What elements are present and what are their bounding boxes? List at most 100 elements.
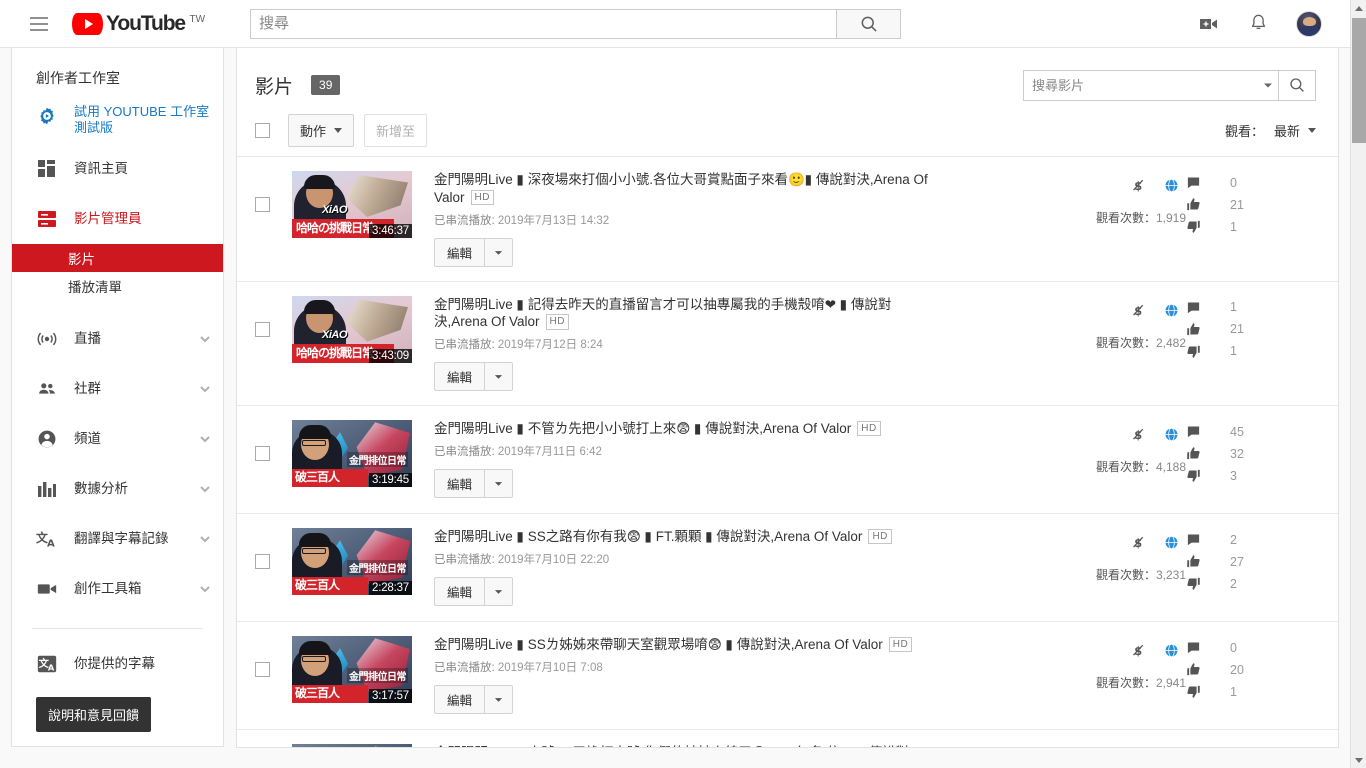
sidebar-item-live[interactable]: 直播	[12, 314, 223, 364]
dislike-stat[interactable]: 1	[1186, 219, 1316, 234]
video-title[interactable]: 金門陽明Live ▮ SSㄌ姊姊來帶聊天室觀眾場唷😨 ▮ 傳說對決,Arena …	[434, 636, 944, 654]
sidebar-item-your-subtitles[interactable]: 文 A 你提供的字幕	[12, 639, 223, 689]
comment-stat[interactable]: 2	[1186, 532, 1316, 547]
dislike-stat[interactable]: 1	[1186, 344, 1316, 359]
sidebar-item-community[interactable]: 社群	[12, 364, 223, 414]
actions-button[interactable]: 動作	[288, 113, 355, 147]
dislike-icon-wrap	[1186, 576, 1206, 591]
video-title[interactable]: 金門陽明Live ▮ 記得去昨天的直播留言才可以抽專屬我的手機殼唷❤ ▮ 傳說對…	[434, 296, 944, 332]
sidebar-item-analytics[interactable]: 數據分析	[12, 464, 223, 514]
table-row[interactable]: 金門排位日常 破三百人 3:17:57 金門陽明Live ▮ SSㄌ姊姊來帶聊天室…	[237, 622, 1338, 731]
comment-stat[interactable]: 0	[1186, 175, 1316, 190]
table-row[interactable]: XiAO 哈哈の挑戰日常 3:46:37 金門陽明Live ▮ 深夜場來打個小小號…	[237, 157, 1338, 282]
like-stat[interactable]: 20	[1186, 662, 1316, 677]
video-search-dropdown-button[interactable]	[1258, 69, 1278, 101]
privacy-status[interactable]	[1163, 302, 1180, 324]
sidebar-item-creator-toolbox[interactable]: 創作工具箱	[12, 564, 223, 614]
youtube-logo[interactable]: YouTube TW	[72, 12, 205, 36]
dislike-stat[interactable]: 3	[1186, 468, 1316, 483]
chevron-down-icon[interactable]	[199, 533, 211, 545]
video-thumbnail[interactable]: XiAO 哈哈の挑戰日常 3:43:09	[292, 295, 412, 363]
row-select-checkbox[interactable]	[255, 321, 270, 337]
video-search-input[interactable]	[1023, 69, 1258, 101]
video-thumbnail[interactable]: 金門排位日常 破三百人 3:19:45	[292, 420, 412, 488]
search-button[interactable]	[836, 8, 902, 39]
video-search-button[interactable]	[1278, 69, 1316, 101]
table-row[interactable]: XiAO 哈哈の挑戰日常 3:43:09 金門陽明Live ▮ 記得去昨天的直播留…	[237, 282, 1338, 407]
video-title[interactable]: 金門陽明Live ▮ 小號SS了換打本號.你們的姊姊上線了😄▮ FT.無名 信一…	[434, 744, 944, 747]
chevron-down-icon[interactable]	[199, 583, 211, 595]
table-row[interactable]: 金門排位日常 破三百人 2:28:37 金門陽明Live ▮ SS之路有你有我😨 …	[237, 514, 1338, 623]
add-to-button[interactable]: 新增至	[364, 113, 428, 147]
monetization-status[interactable]: $	[1130, 534, 1147, 556]
edit-dropdown-button[interactable]	[485, 577, 514, 607]
table-row[interactable]: 金門排位日常 破三百人 金門陽明Live ▮ 小號SS了換打本號.你們的姊姊上線…	[237, 730, 1338, 747]
hamburger-icon[interactable]	[30, 12, 54, 36]
monetization-status[interactable]: $	[1130, 642, 1147, 664]
sidebar-item-video-manager[interactable]: 影片管理員	[12, 194, 223, 244]
scrollbar-thumb[interactable]	[1352, 18, 1366, 143]
sidebar-item-translations[interactable]: 文 A 翻譯與字幕記錄	[12, 514, 223, 564]
chevron-down-icon[interactable]	[199, 433, 211, 445]
chevron-down-icon[interactable]	[199, 383, 211, 395]
globe-public-icon	[1164, 303, 1179, 317]
avatar[interactable]	[1296, 10, 1322, 37]
help-and-feedback-button[interactable]: 說明和意見回饋	[36, 697, 152, 732]
like-stat[interactable]: 21	[1186, 197, 1316, 212]
edit-dropdown-button[interactable]	[485, 237, 514, 267]
edit-button[interactable]: 編輯	[434, 685, 486, 715]
sidebar-subitem-videos[interactable]: 影片	[12, 244, 223, 272]
privacy-status[interactable]	[1163, 177, 1180, 199]
chevron-down-icon[interactable]	[199, 333, 211, 345]
monetization-status[interactable]: $	[1130, 177, 1147, 199]
row-select-checkbox[interactable]	[255, 554, 270, 570]
sort-control[interactable]: 觀看： 最新	[1225, 121, 1316, 140]
scroll-up-arrow-icon[interactable]	[1351, 0, 1366, 16]
edit-button[interactable]: 編輯	[434, 362, 486, 392]
select-all-checkbox[interactable]	[255, 122, 270, 138]
video-thumbnail[interactable]: 金門排位日常 破三百人 3:17:57	[292, 636, 412, 704]
row-select-checkbox[interactable]	[255, 197, 270, 212]
dislike-stat[interactable]: 1	[1186, 684, 1316, 699]
row-select-checkbox[interactable]	[255, 446, 270, 462]
video-thumbnail[interactable]: 金門排位日常 破三百人	[292, 744, 412, 747]
sidebar-item-channel[interactable]: 頻道	[12, 414, 223, 464]
monetization-status[interactable]: $	[1130, 426, 1147, 448]
notifications-button[interactable]	[1247, 12, 1270, 35]
like-stat[interactable]: 32	[1186, 446, 1316, 461]
edit-button[interactable]: 編輯	[434, 577, 486, 607]
edit-dropdown-button[interactable]	[485, 362, 514, 392]
comment-stat[interactable]: 1	[1186, 300, 1316, 315]
video-title[interactable]: 金門陽明Live ▮ 不管ㄌ先把小小號打上來😨 ▮ 傳說對決,Arena Of …	[434, 420, 944, 438]
thumbnail-art	[356, 530, 410, 585]
video-thumbnail[interactable]: 金門排位日常 破三百人 2:28:37	[292, 528, 412, 596]
table-row[interactable]: 金門排位日常 破三百人 3:19:45 金門陽明Live ▮ 不管ㄌ先把小小號打上…	[237, 406, 1338, 515]
row-select-checkbox[interactable]	[255, 662, 270, 678]
dislike-stat[interactable]: 2	[1186, 576, 1316, 591]
video-thumbnail[interactable]: XiAO 哈哈の挑戰日常 3:46:37	[292, 171, 412, 238]
search-input[interactable]	[250, 8, 837, 39]
edit-button[interactable]: 編輯	[434, 237, 486, 267]
scroll-down-arrow-icon[interactable]	[1351, 752, 1366, 768]
privacy-status[interactable]	[1163, 426, 1180, 448]
comment-stat[interactable]: 0	[1186, 640, 1316, 655]
edit-button[interactable]: 編輯	[434, 469, 486, 499]
monetization-status[interactable]: $	[1130, 302, 1147, 324]
chevron-down-icon[interactable]	[199, 483, 211, 495]
privacy-status[interactable]	[1163, 534, 1180, 556]
sidebar-item-studio-beta[interactable]: 試用 YOUTUBE 工作室測試版	[12, 100, 223, 144]
like-stat[interactable]: 21	[1186, 322, 1316, 337]
comment-stat[interactable]: 45	[1186, 424, 1316, 439]
hd-badge: HD	[868, 529, 892, 545]
edit-dropdown-button[interactable]	[485, 685, 514, 715]
create-video-button[interactable]	[1197, 12, 1221, 36]
video-title[interactable]: 金門陽明Live ▮ 深夜場來打個小小號.各位大哥賞點面子來看🙂▮ 傳說對決,A…	[434, 171, 944, 207]
edit-dropdown-button[interactable]	[485, 469, 514, 499]
main-panel: 影片 39 動作 新增至 觀看：	[236, 48, 1339, 748]
sidebar-subitem-playlists[interactable]: 播放清單	[12, 272, 223, 300]
video-title[interactable]: 金門陽明Live ▮ SS之路有你有我😨 ▮ FT.顆顆 ▮ 傳說對決,Aren…	[434, 528, 944, 546]
like-stat[interactable]: 27	[1186, 554, 1316, 569]
page-scrollbar[interactable]	[1350, 0, 1366, 768]
privacy-status[interactable]	[1163, 642, 1180, 664]
sidebar-item-dashboard[interactable]: 資訊主頁	[12, 144, 223, 194]
